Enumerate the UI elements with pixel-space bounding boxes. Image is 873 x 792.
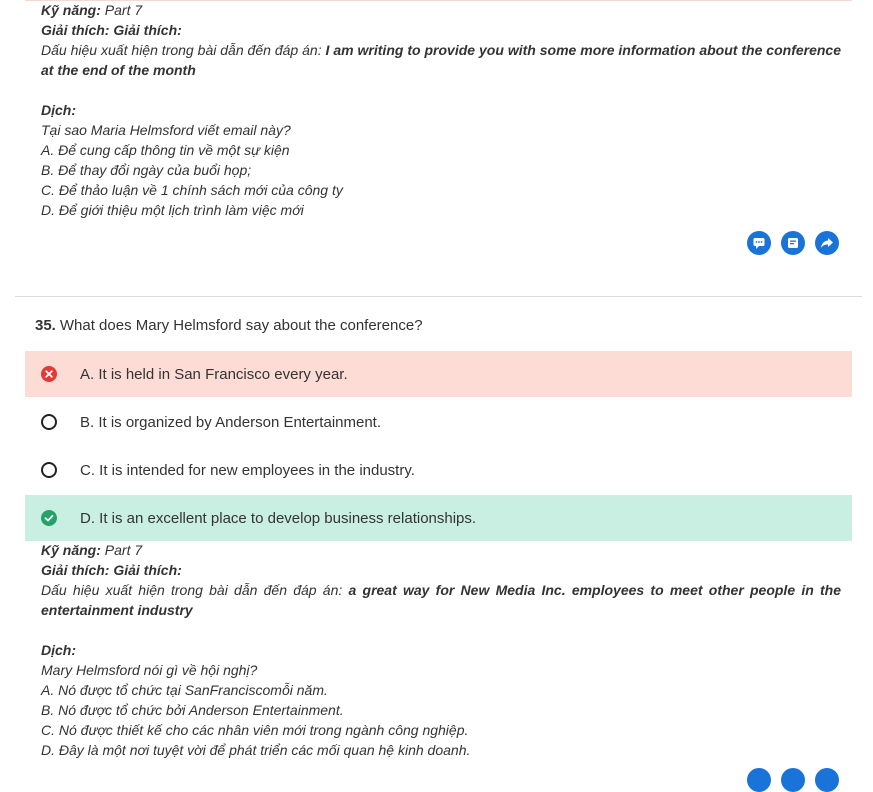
translation-line: Mary Helmsford nói gì về hội nghị? — [41, 662, 258, 678]
skill-line: Kỹ năng: Part 7 — [41, 542, 143, 558]
note-icon — [788, 238, 798, 248]
action-buttons — [747, 231, 839, 255]
clue: Dấu hiệu xuất hiện trong bài dẫn đến đáp… — [41, 582, 842, 618]
prev-translation-line: C. Để thảo luận về 1 chính sách mới của … — [41, 182, 343, 198]
prev-translation-line: A. Để cung cấp thông tin về một sự kiện — [41, 142, 290, 158]
comment-icon — [753, 238, 765, 249]
question-title: 35. What does Mary Helmsford say about th… — [35, 317, 423, 334]
correct-answer-icon — [41, 510, 57, 526]
option-c[interactable]: C. It is intended for new employees in t… — [25, 447, 852, 493]
share-button[interactable] — [815, 231, 839, 255]
option-label: A. It is held in San Francisco every yea… — [80, 365, 348, 383]
prev-translation-line: B. Để thay đổi ngày của buổi họp; — [41, 162, 252, 178]
option-b[interactable]: B. It is organized by Anderson Entertain… — [25, 399, 852, 445]
translation-line: B. Nó được tổ chức bởi Anderson Entertai… — [41, 702, 344, 718]
share-icon — [821, 238, 833, 248]
translation-line: C. Nó được thiết kế cho các nhân viên mớ… — [41, 722, 469, 738]
explanation: Kỹ năng: Part 7 Giải thích: Giải thích: … — [41, 540, 841, 760]
share-button[interactable] — [815, 768, 839, 792]
prev-translation-line: Tại sao Maria Helmsford viết email này? — [41, 122, 291, 138]
question-number: 35. — [35, 317, 56, 334]
prev-explanation: Kỹ năng: Part 7 Giải thích: Giải thích: … — [41, 0, 841, 220]
radio-icon — [41, 462, 57, 478]
explain-label: Giải thích: Giải thích: — [41, 562, 182, 578]
translation-line: D. Đây là một nơi tuyệt vời để phát triể… — [41, 742, 471, 758]
prev-translate-label: Dịch: — [41, 102, 76, 118]
action-buttons-bottom — [747, 768, 839, 792]
question-text: What does Mary Helmsford say about the c… — [59, 317, 423, 334]
comment-button[interactable] — [747, 231, 771, 255]
note-button[interactable] — [781, 231, 805, 255]
comment-button[interactable] — [747, 768, 771, 792]
translation-line: A. Nó được tổ chức tại SanFranciscomỗi n… — [41, 682, 328, 698]
prev-skill-line: Kỹ năng: Part 7 — [41, 2, 143, 18]
note-button[interactable] — [781, 768, 805, 792]
option-d[interactable]: D. It is an excellent place to develop b… — [25, 495, 852, 541]
section-divider — [15, 296, 862, 297]
prev-translation-line: D. Để giới thiệu một lịch trình làm việc… — [41, 202, 304, 218]
option-label: C. It is intended for new employees in t… — [80, 461, 415, 479]
option-label: B. It is organized by Anderson Entertain… — [80, 413, 382, 431]
prev-explain-label: Giải thích: Giải thích: — [41, 22, 182, 38]
option-a[interactable]: A. It is held in San Francisco every yea… — [25, 351, 852, 397]
translate-label: Dịch: — [41, 642, 76, 658]
option-label: D. It is an excellent place to develop b… — [80, 509, 477, 527]
prev-clue: Dấu hiệu xuất hiện trong bài dẫn đến đáp… — [41, 42, 842, 78]
radio-icon — [41, 414, 57, 430]
wrong-answer-icon — [41, 366, 57, 382]
